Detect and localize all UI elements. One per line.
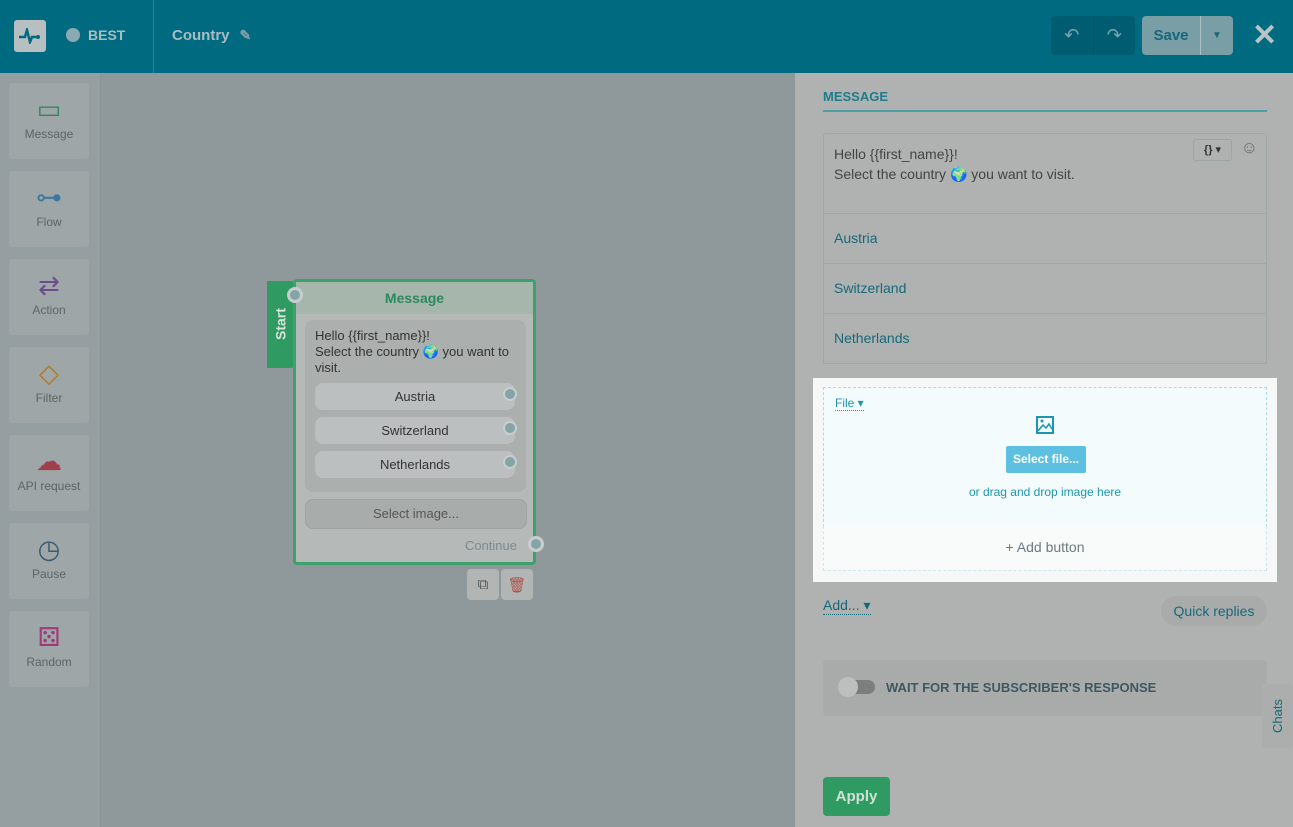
flow-icon: ⊶ — [36, 181, 62, 212]
delete-node-button[interactable]: 🗑 — [501, 569, 533, 600]
header: BEST Country ✎ ↶ ↷ Save ▼ ✕ — [0, 0, 1293, 73]
copy-node-button[interactable]: ⧉ — [467, 569, 499, 600]
chats-tab[interactable]: Chats — [1262, 684, 1293, 748]
text: you want to visit. — [971, 166, 1075, 182]
tool-filter[interactable]: ◇ Filter — [9, 347, 89, 423]
tool-random[interactable]: ⚄ Random — [9, 611, 89, 687]
wait-response-label: WAIT FOR THE SUBSCRIBER'S RESPONSE — [886, 680, 1157, 695]
action-icon: ⇄ — [38, 269, 60, 300]
title-underline — [823, 110, 1267, 112]
panel-button-netherlands[interactable]: Netherlands — [823, 314, 1267, 364]
tool-pause[interactable]: ◷ Pause — [9, 523, 89, 599]
file-type-dropdown[interactable]: File ▾ — [835, 396, 864, 411]
tool-label: Pause — [31, 567, 67, 581]
button-connector[interactable] — [503, 421, 517, 435]
tool-message[interactable]: ▭ Message — [9, 83, 89, 159]
tool-api-request[interactable]: ☁ API request — [9, 435, 89, 511]
copy-icon: ⧉ — [477, 576, 489, 593]
timer-icon: ◷ — [37, 533, 61, 564]
panel-button-switzerland[interactable]: Switzerland — [823, 264, 1267, 314]
breadcrumb-bot[interactable]: BEST — [66, 27, 125, 43]
add-menu[interactable]: Add... ▾ — [823, 597, 871, 615]
node-button-switzerland[interactable]: Switzerland — [315, 417, 517, 444]
quick-replies-button[interactable]: Quick replies — [1161, 596, 1267, 626]
redo-button[interactable]: ↷ — [1094, 16, 1136, 55]
bot-name: BEST — [88, 27, 126, 43]
node-select-image[interactable]: Select image... — [305, 499, 527, 529]
file-upload-card: File ▾ Select file... or drag and drop i… — [813, 378, 1277, 582]
globe-icon: 🌍 — [422, 344, 439, 359]
close-icon[interactable]: ✕ — [1252, 18, 1277, 53]
filter-icon: ◇ — [39, 357, 59, 388]
panel-button-austria[interactable]: Austria — [823, 214, 1267, 264]
flow-name: Country — [172, 27, 230, 44]
tool-label: Random — [26, 655, 72, 669]
add-button[interactable]: + Add button — [823, 526, 1267, 571]
file-label: File — [835, 396, 855, 410]
node-message-bubble: Hello {{first_name}}! Select the country… — [305, 320, 526, 492]
dice-icon: ⚄ — [37, 621, 61, 652]
tool-flow[interactable]: ⊶ Flow — [9, 171, 89, 247]
messenger-icon — [66, 28, 80, 42]
node-title: Message — [296, 282, 533, 314]
save-group: Save ▼ — [1142, 16, 1233, 55]
history-controls: ↶ ↷ — [1051, 16, 1135, 55]
toggle-knob — [838, 677, 858, 697]
button-connector[interactable] — [503, 455, 517, 469]
continue-connector[interactable] — [528, 536, 544, 552]
message-textarea[interactable]: Hello {{first_name}}! Select the country… — [823, 133, 1267, 214]
image-icon — [1036, 416, 1054, 439]
trash-icon: 🗑 — [507, 576, 527, 594]
tool-label: Action — [32, 303, 66, 317]
panel-title: MESSAGE — [823, 89, 889, 104]
select-file-button[interactable]: Select file... — [1006, 446, 1086, 473]
tool-label: API request — [17, 479, 81, 493]
node-button-netherlands[interactable]: Netherlands — [315, 451, 517, 478]
breadcrumb-flow: Country ✎ — [172, 27, 251, 44]
wait-response-section: WAIT FOR THE SUBSCRIBER'S RESPONSE — [823, 660, 1267, 716]
wait-response-toggle[interactable] — [838, 677, 875, 697]
tool-label: Message — [24, 127, 74, 141]
save-button[interactable]: Save — [1142, 16, 1201, 55]
save-dropdown-button[interactable]: ▼ — [1201, 16, 1233, 55]
continue-label: Continue — [464, 538, 517, 553]
add-label: Add... — [823, 597, 860, 613]
tool-label: Flow — [36, 215, 62, 229]
node-button-austria[interactable]: Austria — [315, 383, 517, 410]
file-dropzone[interactable]: File ▾ Select file... or drag and drop i… — [823, 387, 1267, 527]
message-icon: ▭ — [36, 93, 62, 124]
tool-sidebar: ▭ Message ⊶ Flow ⇄ Action ◇ Filter ☁ API requ… — [0, 73, 101, 827]
button-label: Netherlands — [379, 457, 451, 472]
pencil-icon[interactable]: ✎ — [240, 27, 252, 44]
tool-label: Filter — [35, 391, 63, 405]
input-connector[interactable] — [287, 287, 303, 303]
app-logo[interactable] — [14, 20, 46, 52]
variables-icon: {} — [1203, 144, 1213, 156]
button-label: Austria — [394, 389, 436, 404]
button-label: Switzerland — [381, 423, 449, 438]
apply-button[interactable]: Apply — [823, 777, 890, 816]
undo-button[interactable]: ↶ — [1051, 16, 1094, 55]
text: Select the country — [834, 166, 947, 182]
breadcrumb-separator — [138, 0, 154, 73]
tool-action[interactable]: ⇄ Action — [9, 259, 89, 335]
node-text: Select the country — [315, 344, 420, 359]
emoji-icon[interactable]: ☺ — [1241, 138, 1258, 158]
variables-dropdown[interactable]: {} ▾ — [1193, 139, 1232, 161]
api-icon: ☁ — [36, 445, 62, 476]
drag-drop-hint: or drag and drop image here — [968, 485, 1122, 499]
button-connector[interactable] — [503, 387, 517, 401]
globe-icon: 🌍 — [949, 166, 968, 182]
node-text-line: Hello {{first_name}}! — [315, 328, 430, 343]
message-node[interactable]: Message Hello {{first_name}}! Select the… — [287, 279, 544, 565]
